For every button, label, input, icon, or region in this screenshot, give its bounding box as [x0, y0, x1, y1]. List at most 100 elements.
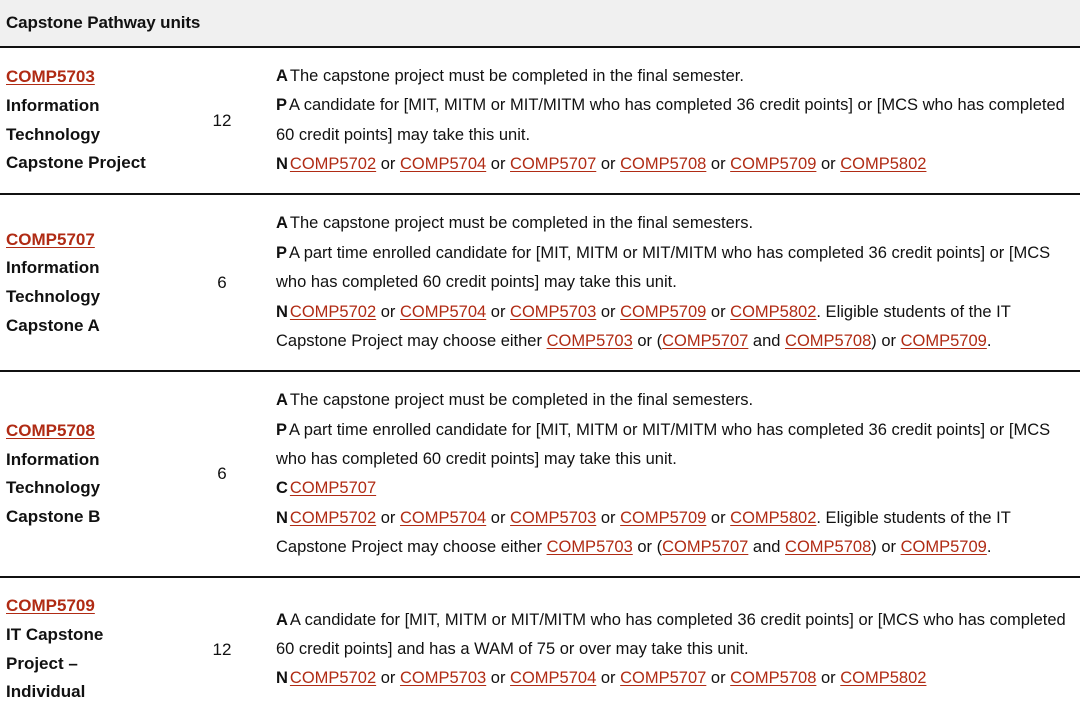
table-row: COMP5707 Information Technology Capstone …	[0, 195, 1080, 373]
unit-reference-link[interactable]: COMP5708	[785, 332, 871, 350]
unit-requirements-cell: A The capstone project must be completed …	[272, 372, 1080, 576]
unit-reference-link[interactable]: COMP5709	[730, 155, 816, 173]
requirement-text: A part time enrolled candidate for [MIT,…	[276, 420, 1051, 468]
unit-reference-link[interactable]: COMP5802	[840, 155, 926, 173]
unit-cell: COMP5709 IT Capstone Project – Individual	[0, 578, 172, 721]
unit-reference-link[interactable]: COMP5707	[662, 332, 748, 350]
credit-points-cell: 12	[212, 110, 232, 130]
requirement-line: C COMP5707	[276, 474, 1076, 503]
unit-reference-link[interactable]: COMP5707	[662, 538, 748, 556]
requirement-text: or	[486, 669, 511, 688]
unit-name: Information Technology Capstone A	[6, 258, 101, 335]
requirement-line: PA candidate for [MIT, MITM or MIT/MITM …	[276, 91, 1076, 150]
requirement-text: or	[596, 155, 621, 174]
unit-code-link[interactable]: COMP5707	[6, 226, 95, 255]
requirement-text: ) or	[871, 538, 901, 557]
unit-name: Information Technology Capstone B	[6, 449, 101, 527]
table-caption: Capstone Pathway units	[0, 0, 1080, 48]
unit-reference-link[interactable]: COMP5708	[730, 669, 816, 687]
requirement-text: or	[706, 302, 731, 321]
unit-reference-link[interactable]: COMP5709	[901, 538, 987, 556]
requirement-text: The capstone project must be completed i…	[289, 391, 754, 410]
credit-points-cell: 6	[217, 272, 227, 292]
unit-reference-link[interactable]: COMP5802	[730, 509, 816, 527]
unit-reference-link[interactable]: COMP5704	[400, 303, 486, 321]
unit-reference-link[interactable]: COMP5707	[290, 479, 376, 497]
unit-reference-link[interactable]: COMP5708	[785, 538, 871, 556]
unit-reference-link[interactable]: COMP5702	[290, 155, 376, 173]
unit-reference-link[interactable]: COMP5703	[547, 332, 633, 350]
requirement-tag: A	[276, 214, 288, 233]
requirement-line: PA part time enrolled candidate for [MIT…	[276, 239, 1076, 298]
requirement-text: The capstone project must be completed i…	[289, 214, 754, 233]
unit-reference-link[interactable]: COMP5702	[290, 303, 376, 321]
requirement-line: PA part time enrolled candidate for [MIT…	[276, 416, 1076, 475]
requirement-line: AA candidate for [MIT, MITM or MIT/MITM …	[276, 606, 1076, 665]
unit-reference-link[interactable]: COMP5802	[840, 669, 926, 687]
capstone-pathway-units-table: Capstone Pathway units COMP5703 Informati…	[0, 0, 1080, 721]
unit-reference-link[interactable]: COMP5703	[547, 538, 633, 556]
unit-code-link[interactable]: COMP5708	[6, 417, 95, 446]
unit-code-link[interactable]: COMP5703	[6, 63, 95, 92]
unit-cell: COMP5707 Information Technology Capstone …	[0, 195, 172, 370]
requirement-tag: P	[276, 243, 288, 262]
requirement-tag: N	[276, 508, 288, 527]
unit-requirements-cell: AA candidate for [MIT, MITM or MIT/MITM …	[272, 578, 1080, 721]
table-row: COMP5708 Information Technology Capstone …	[0, 372, 1080, 579]
requirement-text: or	[376, 669, 400, 688]
requirement-tag: N	[276, 302, 288, 321]
requirement-tag: C	[276, 479, 288, 498]
unit-reference-link[interactable]: COMP5703	[400, 669, 486, 687]
requirement-text: or	[816, 155, 841, 174]
unit-reference-link[interactable]: COMP5708	[620, 155, 706, 173]
requirement-tag: A	[276, 610, 288, 629]
unit-reference-link[interactable]: COMP5704	[510, 669, 596, 687]
requirement-text: .	[986, 538, 992, 557]
unit-reference-link[interactable]: COMP5707	[620, 669, 706, 687]
unit-reference-link[interactable]: COMP5802	[730, 303, 816, 321]
requirement-text: and	[748, 331, 786, 350]
requirement-text: or	[376, 508, 400, 527]
unit-reference-link[interactable]: COMP5702	[290, 669, 376, 687]
requirement-tag: P	[276, 96, 288, 115]
unit-reference-link[interactable]: COMP5704	[400, 155, 486, 173]
requirement-text: or	[706, 669, 731, 688]
requirement-text: A part time enrolled candidate for [MIT,…	[276, 243, 1051, 292]
requirement-line: A The capstone project must be completed …	[276, 386, 1076, 415]
unit-reference-link[interactable]: COMP5702	[290, 509, 376, 527]
requirement-text: or	[596, 508, 621, 527]
unit-requirements-cell: A The capstone project must be completed …	[272, 48, 1080, 193]
credit-points-cell: 12	[212, 639, 232, 659]
unit-reference-link[interactable]: COMP5707	[510, 155, 596, 173]
requirement-text: or	[706, 155, 731, 174]
unit-code-link[interactable]: COMP5709	[6, 592, 95, 621]
requirement-text: .	[986, 331, 992, 350]
unit-reference-link[interactable]: COMP5709	[620, 303, 706, 321]
requirement-text: or	[706, 508, 731, 527]
requirement-text: ) or	[871, 331, 901, 350]
requirement-text: or	[486, 155, 511, 174]
requirement-text: or	[596, 302, 621, 321]
unit-reference-link[interactable]: COMP5703	[510, 509, 596, 527]
requirement-text: or	[596, 669, 621, 688]
requirement-tag: N	[276, 669, 288, 688]
requirement-text: or	[486, 508, 511, 527]
credit-points-cell: 6	[217, 464, 227, 484]
requirement-line: A The capstone project must be completed …	[276, 62, 1076, 91]
requirement-text: or (	[632, 538, 663, 557]
unit-reference-link[interactable]: COMP5704	[400, 509, 486, 527]
unit-reference-link[interactable]: COMP5703	[510, 303, 596, 321]
table-body: COMP5703 Information Technology Capstone …	[0, 48, 1080, 721]
requirement-tag: P	[276, 420, 288, 439]
requirement-text: or (	[632, 331, 663, 350]
unit-requirements-cell: A The capstone project must be completed …	[272, 195, 1080, 370]
unit-reference-link[interactable]: COMP5709	[620, 509, 706, 527]
requirement-line: N COMP5702 or COMP5704 or COMP5703 or COM…	[276, 504, 1076, 563]
table-row: COMP5709 IT Capstone Project – Individual…	[0, 578, 1080, 721]
requirement-line: N COMP5702 or COMP5704 or COMP5703 or COM…	[276, 298, 1076, 357]
unit-name: Information Technology Capstone Project	[6, 96, 146, 173]
unit-reference-link[interactable]: COMP5709	[901, 332, 987, 350]
table-row: COMP5703 Information Technology Capstone …	[0, 48, 1080, 196]
requirement-text: or	[816, 669, 841, 688]
unit-cell: COMP5703 Information Technology Capstone …	[0, 48, 172, 193]
